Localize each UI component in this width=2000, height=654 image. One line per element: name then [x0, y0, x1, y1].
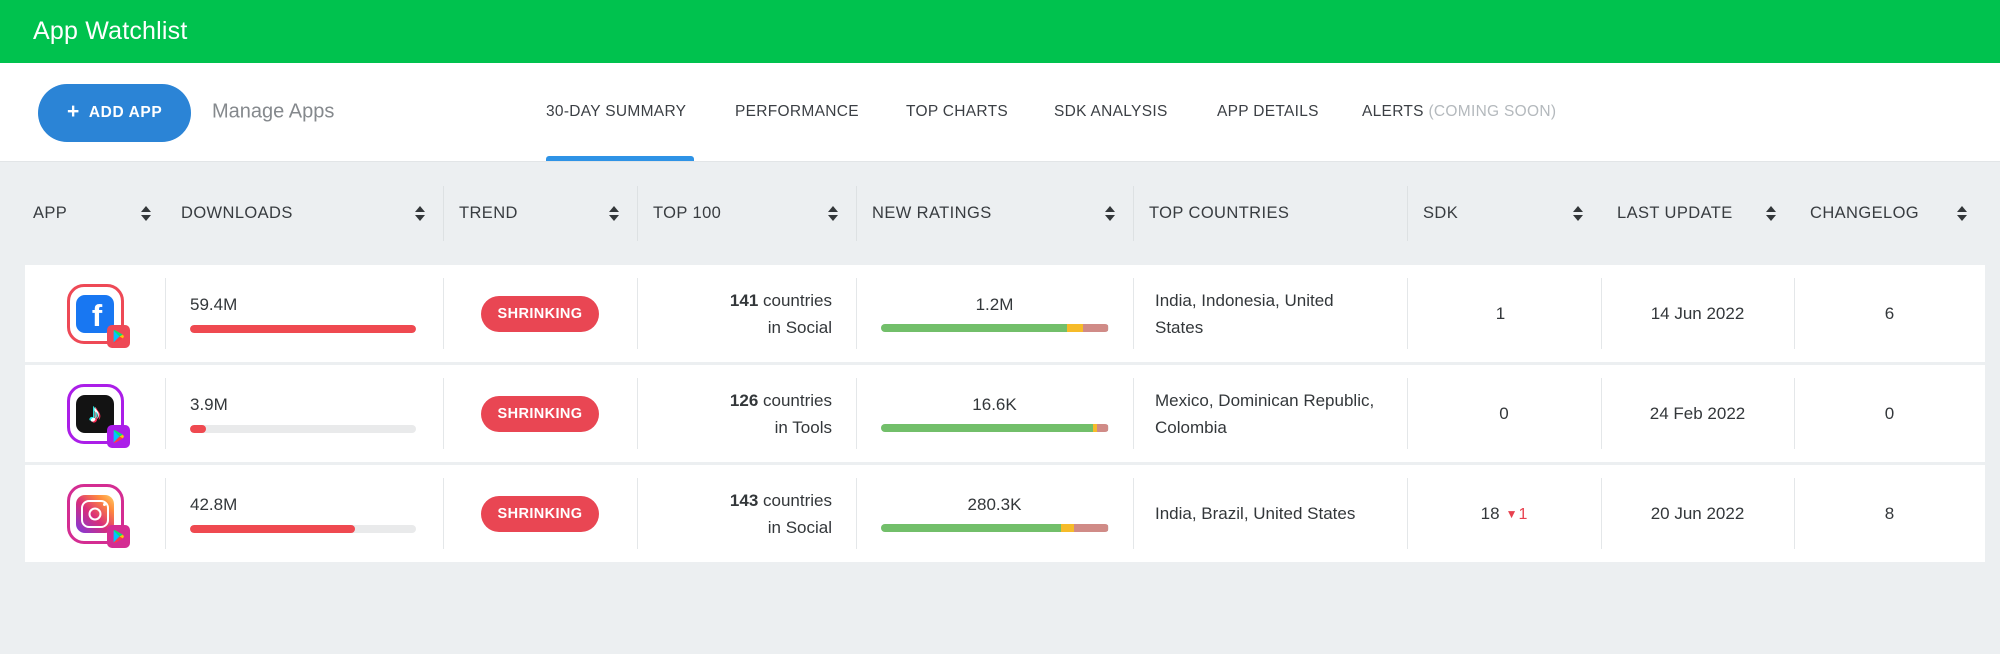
downloads-cell: 59.4M — [165, 265, 443, 362]
facebook-f-icon: f — [91, 297, 103, 333]
column-header-new-ratings[interactable]: NEW RATINGS — [856, 162, 1133, 265]
toolbar: + ADD APP Manage Apps 30-DAY SUMMARY PER… — [0, 63, 2000, 162]
manage-apps-link[interactable]: Manage Apps — [212, 101, 334, 124]
ratings-breakdown-bar — [880, 424, 1109, 432]
trend-cell: SHRINKING — [443, 265, 637, 362]
ratings-value: 280.3K — [967, 495, 1022, 514]
add-app-button[interactable]: + ADD APP — [38, 84, 192, 142]
tab-performance[interactable]: PERFORMANCE — [735, 103, 859, 121]
column-header-app[interactable]: APP — [25, 162, 165, 265]
column-header-downloads[interactable]: DOWNLOADS — [165, 162, 443, 265]
last-update-cell: 14 Jun 2022 — [1601, 265, 1794, 362]
downloads-cell: 3.9M — [165, 365, 443, 462]
sort-icon[interactable] — [828, 206, 838, 221]
downloads-bar — [190, 424, 416, 433]
tiktok-app-icon: ♪ — [66, 383, 130, 448]
trend-badge: SHRINKING — [480, 495, 600, 532]
changelog-cell: 6 — [1794, 265, 1985, 362]
plus-icon: + — [67, 100, 80, 123]
google-play-badge-icon — [106, 524, 130, 548]
ratings-value: 16.6K — [972, 395, 1017, 414]
sort-icon[interactable] — [609, 206, 619, 221]
instagram-app-icon — [66, 483, 130, 548]
downloads-value: 3.9M — [190, 394, 228, 414]
trend-cell: SHRINKING — [443, 365, 637, 462]
tab-30-day-summary[interactable]: 30-DAY SUMMARY — [546, 103, 686, 121]
table-row-facebook[interactable]: f 59.4M SHRINKING 141 countries in Socia… — [25, 265, 1985, 362]
top100-cell: 141 countries in Social — [637, 265, 856, 362]
changelog-cell: 0 — [1794, 365, 1985, 462]
tab-app-details[interactable]: APP DETAILS — [1217, 103, 1319, 121]
downloads-value: 42.8M — [190, 494, 238, 514]
sort-icon[interactable] — [1957, 206, 1967, 221]
sort-icon[interactable] — [141, 206, 151, 221]
ratings-value: 1.2M — [975, 295, 1014, 314]
trend-badge: SHRINKING — [480, 395, 600, 432]
google-play-badge-icon — [106, 324, 130, 348]
sort-icon[interactable] — [1573, 206, 1583, 221]
active-tab-underline — [546, 156, 694, 161]
add-app-label: ADD APP — [88, 104, 163, 121]
top-countries-cell: India, Indonesia, United States — [1133, 265, 1407, 362]
table-row-instagram[interactable]: 42.8M SHRINKING 143 countries in Social … — [25, 465, 1985, 562]
column-header-trend[interactable]: TREND — [443, 162, 637, 265]
table-row-tiktok[interactable]: ♪ 3.9M SHRINKING 126 countries in Tools … — [25, 365, 1985, 462]
sdk-cell: 0 — [1407, 365, 1601, 462]
column-header-top100[interactable]: TOP 100 — [637, 162, 856, 265]
column-header-sdk[interactable]: SDK — [1407, 162, 1601, 265]
sdk-down-arrow-icon: ▼ — [1505, 506, 1518, 521]
new-ratings-cell: 280.3K — [856, 465, 1133, 562]
sdk-cell: 18 ▼ 1 — [1407, 465, 1601, 562]
downloads-value: 59.4M — [190, 294, 238, 314]
downloads-bar — [190, 524, 416, 533]
column-header-changelog[interactable]: CHANGELOG — [1794, 162, 1985, 265]
page-title: App Watchlist — [33, 17, 188, 45]
trend-cell: SHRINKING — [443, 465, 637, 562]
sort-icon[interactable] — [415, 206, 425, 221]
app-watchlist-header: App Watchlist — [0, 0, 2000, 63]
column-header-last-update[interactable]: LAST UPDATE — [1601, 162, 1794, 265]
sort-icon[interactable] — [1105, 206, 1115, 221]
sort-icon[interactable] — [1766, 206, 1776, 221]
new-ratings-cell: 16.6K — [856, 365, 1133, 462]
downloads-cell: 42.8M — [165, 465, 443, 562]
top100-cell: 143 countries in Social — [637, 465, 856, 562]
watchlist-table: APP DOWNLOADS TREND TOP 100 NEW RATINGS … — [25, 162, 1985, 562]
last-update-cell: 20 Jun 2022 — [1601, 465, 1794, 562]
music-note-icon: ♪ — [88, 398, 102, 428]
downloads-bar — [190, 324, 416, 333]
top-countries-cell: India, Brazil, United States — [1133, 465, 1407, 562]
sdk-cell: 1 — [1407, 265, 1601, 362]
tab-alerts[interactable]: ALERTS (COMING SOON) — [1362, 103, 1556, 121]
last-update-cell: 24 Feb 2022 — [1601, 365, 1794, 462]
coming-soon-label: (COMING SOON) — [1428, 103, 1557, 120]
column-header-top-countries: TOP COUNTRIES — [1133, 162, 1407, 265]
google-play-badge-icon — [106, 424, 130, 448]
top100-cell: 126 countries in Tools — [637, 365, 856, 462]
trend-badge: SHRINKING — [480, 295, 600, 332]
new-ratings-cell: 1.2M — [856, 265, 1133, 362]
ratings-breakdown-bar — [880, 524, 1109, 532]
changelog-cell: 8 — [1794, 465, 1985, 562]
table-header-row: APP DOWNLOADS TREND TOP 100 NEW RATINGS … — [0, 162, 1985, 265]
facebook-app-icon: f — [66, 283, 130, 348]
tab-top-charts[interactable]: TOP CHARTS — [906, 103, 1008, 121]
ratings-breakdown-bar — [880, 324, 1109, 332]
tab-sdk-analysis[interactable]: SDK ANALYSIS — [1054, 103, 1168, 121]
top-countries-cell: Mexico, Dominican Republic, Colombia — [1133, 365, 1407, 462]
